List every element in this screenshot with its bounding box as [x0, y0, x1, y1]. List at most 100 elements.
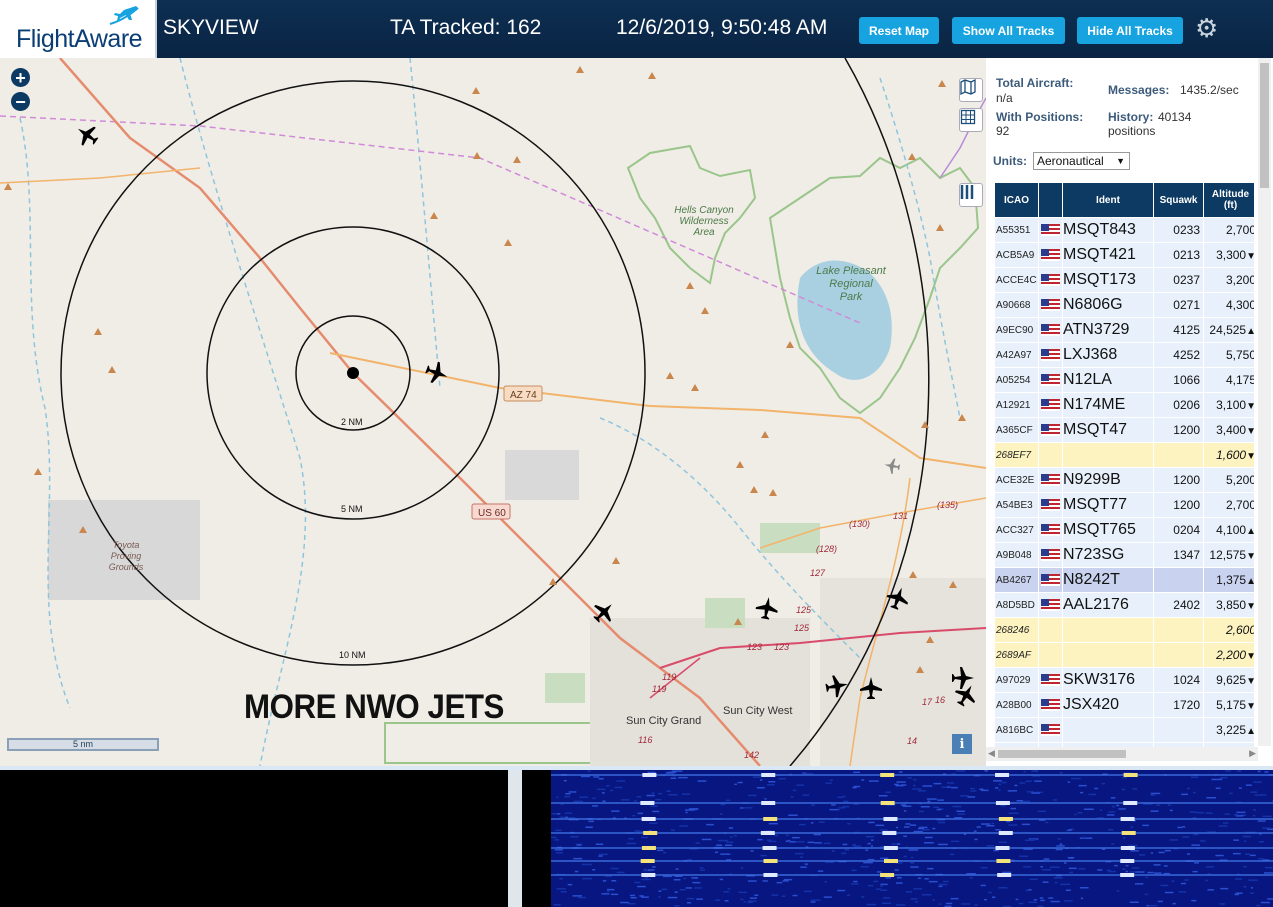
cell-squawk: [1154, 618, 1203, 642]
table-row[interactable]: A42A97 LXJ368 4252 5,750: [995, 343, 1254, 367]
us-flag-icon: [1041, 698, 1060, 711]
table-row[interactable]: ACB5A9 MSQT421 0213 3,300▼: [995, 243, 1254, 267]
route-number: 131: [893, 511, 908, 521]
table-row[interactable]: A12921 N174ME 0206 3,100▼: [995, 393, 1254, 417]
toyota-proving-grounds-area: [48, 500, 200, 600]
scrollbar-thumb[interactable]: [998, 750, 1126, 758]
cell-ident: MSQT77: [1063, 493, 1153, 517]
altitude-value: 5,200: [1225, 473, 1254, 487]
scroll-right-arrow-icon[interactable]: ▶: [1249, 748, 1256, 759]
altitude-trend-icon: ▼: [1246, 451, 1254, 462]
us-flag-icon: [1041, 573, 1060, 586]
table-row[interactable]: ACCE4C MSQT173 0237 3,200: [995, 268, 1254, 292]
tracked-count: TA Tracked: 162: [390, 16, 542, 39]
cell-ident: [1063, 643, 1153, 667]
reset-map-button[interactable]: Reset Map: [859, 17, 939, 44]
zoom-out-button[interactable]: −: [11, 92, 30, 111]
horizontal-scrollbar[interactable]: ◀ ▶: [986, 747, 1258, 761]
column-header-ident[interactable]: Ident: [1063, 183, 1153, 217]
cell-ident: JSX420: [1063, 693, 1153, 717]
cell-altitude: 2,200▼: [1204, 643, 1254, 667]
altitude-trend-icon: ▼: [1246, 601, 1254, 612]
column-header-icao[interactable]: ICAO: [995, 183, 1038, 217]
cell-flag: [1039, 718, 1062, 742]
table-row[interactable]: A816BC 3,225▲: [995, 718, 1254, 742]
altitude-trend-icon: ▼: [1246, 251, 1254, 262]
grid-icon[interactable]: [959, 108, 983, 132]
scale-bar: 5 nm: [7, 738, 159, 751]
flightaware-logo[interactable]: FlightAware: [0, 0, 157, 58]
cell-squawk: [1154, 568, 1203, 592]
table-row[interactable]: A8D5BD AAL2176 2402 3,850▼: [995, 593, 1254, 617]
history-unit: positions: [1108, 124, 1156, 138]
table-row[interactable]: A9B048 N723SG 1347 12,575▼: [995, 543, 1254, 567]
place-label: Area: [692, 227, 715, 238]
cell-flag: [1039, 618, 1062, 642]
us-flag-icon: [1041, 298, 1060, 311]
cell-ident: MSQT765: [1063, 518, 1153, 542]
cell-flag: [1039, 418, 1062, 442]
table-row[interactable]: A55351 MSQT843 0233 2,700: [995, 218, 1254, 242]
route-number: (128): [816, 544, 837, 554]
table-row[interactable]: AB4267 N8242T 1,375▲: [995, 568, 1254, 592]
cell-altitude: 2,700: [1204, 493, 1254, 517]
cell-icao: A05254: [995, 368, 1038, 392]
info-button[interactable]: i: [952, 734, 972, 754]
table-row[interactable]: ACC327 MSQT765 0204 4,100▲: [995, 518, 1254, 542]
route-number: (135): [937, 500, 958, 510]
altitude-trend-icon: ▲: [1246, 576, 1254, 587]
cell-altitude: 2,600: [1204, 618, 1254, 642]
place-label: Sun City Grand: [626, 715, 701, 727]
column-header-flag[interactable]: [1039, 183, 1062, 217]
cell-flag: [1039, 593, 1062, 617]
gear-icon[interactable]: ⚙: [1195, 15, 1218, 41]
cell-altitude: 12,575▼: [1204, 543, 1254, 567]
zoom-in-button[interactable]: +: [11, 68, 30, 87]
cell-flag: [1039, 543, 1062, 567]
cell-squawk: [1154, 443, 1203, 467]
cell-icao: ACB5A9: [995, 243, 1038, 267]
column-header-altitude[interactable]: Altitude (ft): [1204, 183, 1254, 217]
map-layers-icon[interactable]: [959, 78, 983, 102]
us-flag-icon: [1041, 523, 1060, 536]
units-select[interactable]: Aeronautical ▼: [1033, 152, 1130, 170]
table-row[interactable]: A05254 N12LA 1066 4,175: [995, 368, 1254, 392]
table-row[interactable]: 268EF7 1,600▼: [995, 443, 1254, 467]
altitude-value: 4,100: [1216, 523, 1247, 537]
table-row[interactable]: 268246 2,600: [995, 618, 1254, 642]
table-row[interactable]: A365CF MSQT47 1200 3,400▼: [995, 418, 1254, 442]
cell-ident: [1063, 443, 1153, 467]
cell-ident: N6806G: [1063, 293, 1153, 317]
scroll-left-arrow-icon[interactable]: ◀: [988, 748, 995, 759]
map-canvas[interactable]: 2 NM 5 NM 10 NM AZ 74 US 60 Hells Canyon…: [0, 58, 986, 766]
cell-altitude: 3,300▼: [1204, 243, 1254, 267]
hide-all-tracks-button[interactable]: Hide All Tracks: [1077, 17, 1183, 44]
us-flag-icon: [1041, 223, 1060, 236]
place-label: Wilderness: [679, 216, 728, 227]
table-row[interactable]: A9EC90 ATN3729 4125 24,525▲: [995, 318, 1254, 342]
columns-icon[interactable]: [959, 183, 983, 207]
cell-squawk: 1347: [1154, 543, 1203, 567]
show-all-tracks-button[interactable]: Show All Tracks: [952, 17, 1065, 44]
cell-squawk: 4125: [1154, 318, 1203, 342]
scrollbar-thumb[interactable]: [1260, 63, 1269, 188]
black-panel: [522, 770, 551, 907]
table-row[interactable]: 2689AF 2,200▼: [995, 643, 1254, 667]
cell-icao: A8D5BD: [995, 593, 1038, 617]
cell-icao: A9EC90: [995, 318, 1038, 342]
units-value: Aeronautical: [1037, 154, 1104, 168]
cell-ident: SKW3176: [1063, 668, 1153, 692]
vertical-scrollbar[interactable]: [1258, 58, 1271, 746]
column-header-squawk[interactable]: Squawk: [1154, 183, 1203, 217]
table-row[interactable]: A28B00 JSX420 1720 5,175▼: [995, 693, 1254, 717]
table-row[interactable]: ACE32E N9299B 1200 5,200: [995, 468, 1254, 492]
cell-altitude: 4,300: [1204, 293, 1254, 317]
route-number: 119: [662, 672, 676, 682]
table-row[interactable]: A90668 N6806G 0271 4,300: [995, 293, 1254, 317]
table-row[interactable]: A97029 SKW3176 1024 9,625▼: [995, 668, 1254, 692]
cell-ident: MSQT173: [1063, 268, 1153, 292]
cell-altitude: 5,175▼: [1204, 693, 1254, 717]
cell-flag: [1039, 318, 1062, 342]
table-row[interactable]: A54BE3 MSQT77 1200 2,700: [995, 493, 1254, 517]
cell-squawk: 0213: [1154, 243, 1203, 267]
